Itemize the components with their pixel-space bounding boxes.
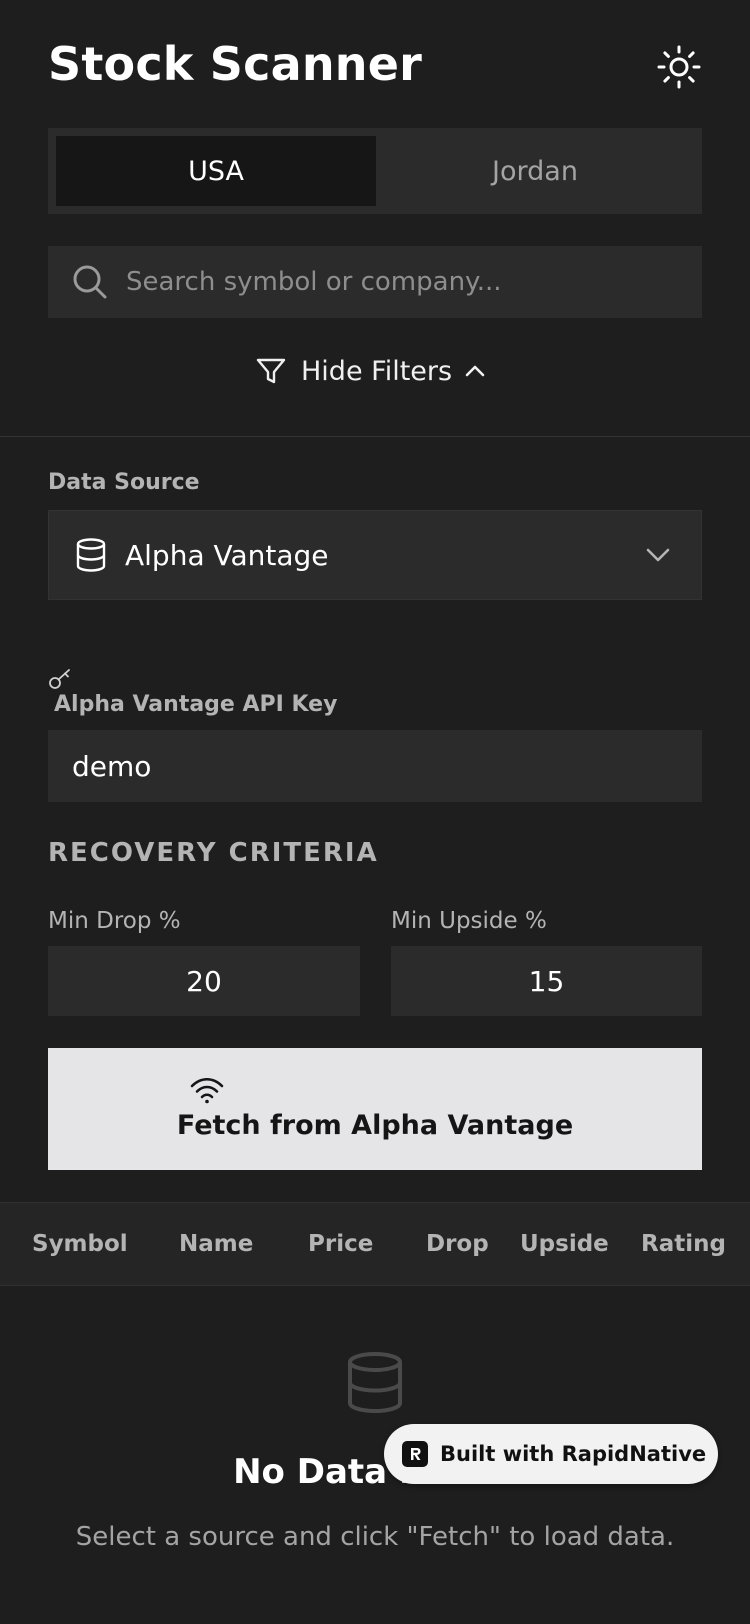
results-table-header: Symbol Name Price Drop Upside Rating — [0, 1202, 750, 1286]
market-segmented-control: USA Jordan — [48, 128, 702, 214]
api-key-input[interactable] — [48, 730, 702, 802]
data-source-label: Data Source — [48, 470, 200, 495]
tab-usa[interactable]: USA — [56, 136, 376, 206]
data-source-value: Alpha Vantage — [125, 538, 329, 572]
rapidnative-logo-icon — [402, 1441, 428, 1467]
filter-icon — [255, 355, 287, 387]
min-drop-label: Min Drop % — [48, 908, 181, 934]
fetch-button-label: Fetch from Alpha Vantage — [176, 1110, 574, 1141]
search-icon — [72, 264, 108, 300]
min-upside-label: Min Upside % — [391, 908, 547, 934]
fetch-button[interactable]: Fetch from Alpha Vantage — [48, 1048, 702, 1170]
column-header-rating[interactable]: Rating — [641, 1203, 726, 1285]
filters-divider — [0, 436, 750, 437]
database-icon — [346, 1352, 404, 1418]
chevron-up-icon — [464, 360, 486, 382]
min-drop-input[interactable] — [48, 946, 360, 1016]
column-header-price[interactable]: Price — [308, 1203, 373, 1285]
database-icon — [75, 538, 107, 572]
page-title: Stock Scanner — [48, 37, 423, 91]
api-key-label: Alpha Vantage API Key — [54, 692, 338, 717]
tab-jordan[interactable]: Jordan — [376, 136, 694, 206]
min-upside-input[interactable] — [391, 946, 702, 1016]
built-with-badge[interactable]: Built with RapidNative — [384, 1424, 718, 1484]
search-input[interactable] — [126, 246, 702, 318]
data-source-select[interactable]: Alpha Vantage — [48, 510, 702, 600]
wifi-icon — [190, 1076, 224, 1108]
column-header-upside[interactable]: Upside — [520, 1203, 609, 1285]
chevron-down-icon — [645, 542, 671, 568]
column-header-name[interactable]: Name — [179, 1203, 253, 1285]
column-header-drop[interactable]: Drop — [426, 1203, 489, 1285]
key-icon — [48, 668, 72, 694]
recovery-criteria-heading: RECOVERY CRITERIA — [48, 838, 379, 868]
sun-icon — [657, 45, 701, 89]
hide-filters-label: Hide Filters — [301, 355, 453, 387]
built-with-badge-label: Built with RapidNative — [440, 1442, 707, 1466]
column-header-symbol[interactable]: Symbol — [32, 1203, 128, 1285]
hide-filters-toggle[interactable]: Hide Filters — [255, 350, 486, 392]
theme-toggle-button[interactable] — [652, 40, 706, 94]
search-bar — [48, 246, 702, 318]
empty-state-subtitle: Select a source and click "Fetch" to loa… — [75, 1522, 675, 1552]
